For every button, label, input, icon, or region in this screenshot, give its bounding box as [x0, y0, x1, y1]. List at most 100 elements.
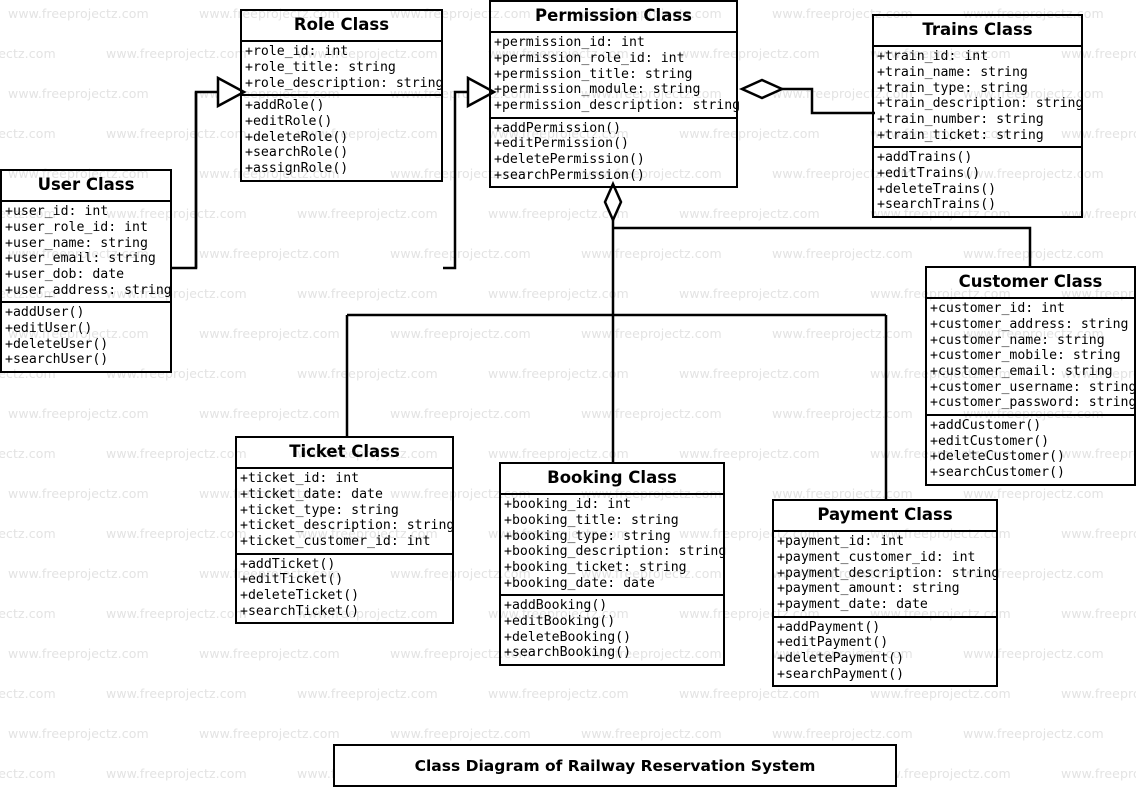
class-attribute-row: +booking_date: date: [504, 575, 655, 591]
class-method-row: +addBooking(): [504, 598, 608, 614]
class-method-row: +addCustomer(): [930, 418, 1042, 434]
class-method-row: +addPayment(): [777, 619, 881, 635]
class-attribute-row: +user_id: int: [5, 204, 109, 220]
class-method-row: +deletePermission(): [494, 152, 645, 168]
class-attribute-row: +customer_email: string: [930, 363, 1113, 379]
class-methods-role: +addRole() +editRole() +deleteRole() +searc…: [242, 96, 441, 180]
class-attribute-row: +role_id: int: [245, 44, 349, 60]
class-attribute-row: +user_address: string: [5, 282, 172, 298]
class-method-row: +addTrains(): [877, 150, 973, 166]
class-method-row: +searchRole(): [245, 145, 349, 161]
class-attribute-row: +train_id: int: [877, 49, 989, 65]
class-methods-customer: +addCustomer() +editCustomer() +deleteCust…: [927, 416, 1134, 484]
class-title-user: User Class: [2, 171, 170, 203]
class-title-role: Role Class: [242, 11, 441, 43]
class-attribute-row: +booking_type: string: [504, 528, 671, 544]
class-attribute-row: +permission_id: int: [494, 35, 645, 51]
class-attribute-row: +payment_customer_id: int: [777, 549, 976, 565]
class-box-trains[interactable]: Trains Class +train_id: int +train_name: …: [872, 14, 1084, 219]
aggregation-diamond-booking: [603, 180, 623, 224]
class-methods-ticket: +addTicket() +editTicket() +deleteTicket()…: [237, 555, 452, 623]
class-attribute-row: +permission_module: string: [494, 82, 701, 98]
class-method-row: +editTicket(): [240, 572, 344, 588]
class-methods-payment: +addPayment() +editPayment() +deletePaymen…: [774, 618, 996, 686]
class-method-row: +deleteTicket(): [240, 588, 360, 604]
class-method-row: +editCustomer(): [930, 433, 1050, 449]
class-attribute-row: +user_role_id: int: [5, 219, 148, 235]
class-attribute-row: +booking_id: int: [504, 497, 632, 513]
class-title-trains: Trains Class: [874, 16, 1081, 48]
class-attribute-row: +customer_name: string: [930, 332, 1105, 348]
class-method-row: +editPayment(): [777, 635, 889, 651]
connector-permission-trains: [772, 87, 875, 115]
class-method-row: +deleteUser(): [5, 336, 109, 352]
class-attributes-role: +role_id: int +role_title: string +role_de…: [242, 42, 444, 97]
class-method-row: +deleteBooking(): [504, 629, 632, 645]
class-attribute-row: +ticket_id: int: [240, 471, 360, 487]
class-title-booking: Booking Class: [501, 464, 723, 496]
class-attribute-row: +payment_description: string: [777, 565, 1000, 581]
class-attribute-row: +permission_role_id: int: [494, 50, 685, 66]
class-attribute-row: +role_description: string: [245, 75, 444, 91]
class-attribute-row: +ticket_description: string: [240, 518, 455, 534]
class-attribute-row: +train_ticket: string: [877, 127, 1044, 143]
class-method-row: +searchBooking(): [504, 645, 632, 661]
class-method-row: +addPermission(): [494, 120, 622, 136]
class-attribute-row: +payment_id: int: [777, 534, 905, 550]
class-box-permission[interactable]: Permission Class +permission_id: int +per…: [489, 0, 741, 189]
aggregation-diamond-trains: [738, 78, 786, 100]
class-attribute-row: +train_description: string: [877, 96, 1084, 112]
class-method-row: +searchPayment(): [777, 666, 905, 682]
class-method-row: +editRole(): [245, 113, 333, 129]
class-method-row: +addUser(): [5, 305, 85, 321]
class-method-row: +addTicket(): [240, 556, 336, 572]
class-box-user[interactable]: User Class +user_id: int +user_role_id: i…: [0, 169, 172, 374]
class-attribute-row: +booking_ticket: string: [504, 559, 687, 575]
connector-trains-customer: [613, 226, 1032, 268]
class-title-customer: Customer Class: [927, 268, 1134, 300]
class-attribute-row: +customer_username: string: [930, 379, 1136, 395]
class-methods-trains: +addTrains() +editTrains() +deleteTrains()…: [874, 148, 1081, 216]
class-method-row: +searchPermission(): [494, 167, 645, 183]
class-diagram-canvas: www.freeprojectz.com www.freeprojectz.com…: [0, 0, 1136, 792]
class-method-row: +editBooking(): [504, 614, 616, 630]
class-method-row: +searchCustomer(): [930, 465, 1065, 481]
class-title-payment: Payment Class: [774, 501, 996, 533]
class-method-row: +deleteRole(): [245, 129, 349, 145]
class-method-row: +deletePayment(): [777, 651, 905, 667]
class-attribute-row: +customer_mobile: string: [930, 348, 1121, 364]
class-box-role[interactable]: Role Class +role_id: int +role_title: str…: [240, 9, 444, 182]
class-title-ticket: Ticket Class: [237, 438, 452, 470]
class-attribute-row: +user_name: string: [5, 235, 148, 251]
diagram-caption-box: Class Diagram of Railway Reservation Sys…: [333, 744, 897, 787]
class-attribute-row: +customer_password: string: [930, 395, 1136, 411]
class-attribute-row: +customer_id: int: [930, 301, 1065, 317]
class-box-customer[interactable]: Customer Class +customer_id: int +custome…: [925, 266, 1136, 486]
class-method-row: +searchTrains(): [877, 197, 997, 213]
class-attributes-ticket: +ticket_id: int +ticket_date: date +ticket…: [237, 469, 455, 555]
class-method-row: +addRole(): [245, 98, 325, 114]
class-attribute-row: +permission_title: string: [494, 66, 693, 82]
class-attribute-row: +booking_description: string: [504, 544, 727, 560]
class-title-permission: Permission Class: [491, 2, 736, 34]
class-attributes-trains: +train_id: int +train_name: string +train_…: [874, 47, 1084, 149]
class-methods-user: +addUser() +editUser() +deleteUser() +searc…: [2, 303, 170, 371]
class-method-row: +editUser(): [5, 321, 93, 337]
class-method-row: +editPermission(): [494, 136, 629, 152]
class-box-booking[interactable]: Booking Class +booking_id: int +booking_t…: [499, 462, 727, 667]
class-box-payment[interactable]: Payment Class +payment_id: int +payment_c…: [772, 499, 1000, 688]
class-method-row: +assignRole(): [245, 161, 349, 177]
class-methods-permission: +addPermission() +editPermission() +delete…: [491, 119, 736, 187]
class-methods-booking: +addBooking() +editBooking() +deleteBookin…: [501, 596, 723, 664]
class-attribute-row: +payment_amount: string: [777, 581, 960, 597]
connector-role-permission: [443, 90, 470, 270]
class-attributes-customer: +customer_id: int +customer_address: stri…: [927, 299, 1136, 417]
class-attribute-row: +payment_date: date: [777, 596, 928, 612]
class-attributes-booking: +booking_id: int +booking_title: string +b…: [501, 495, 727, 597]
class-attribute-row: +customer_address: string: [930, 316, 1129, 332]
class-attribute-row: +permission_description: string: [494, 97, 741, 113]
class-attribute-row: +ticket_type: string: [240, 502, 399, 518]
class-attributes-permission: +permission_id: int +permission_role_id: …: [491, 33, 741, 119]
class-attribute-row: +ticket_customer_id: int: [240, 533, 431, 549]
class-box-ticket[interactable]: Ticket Class +ticket_id: int +ticket_date…: [235, 436, 455, 625]
